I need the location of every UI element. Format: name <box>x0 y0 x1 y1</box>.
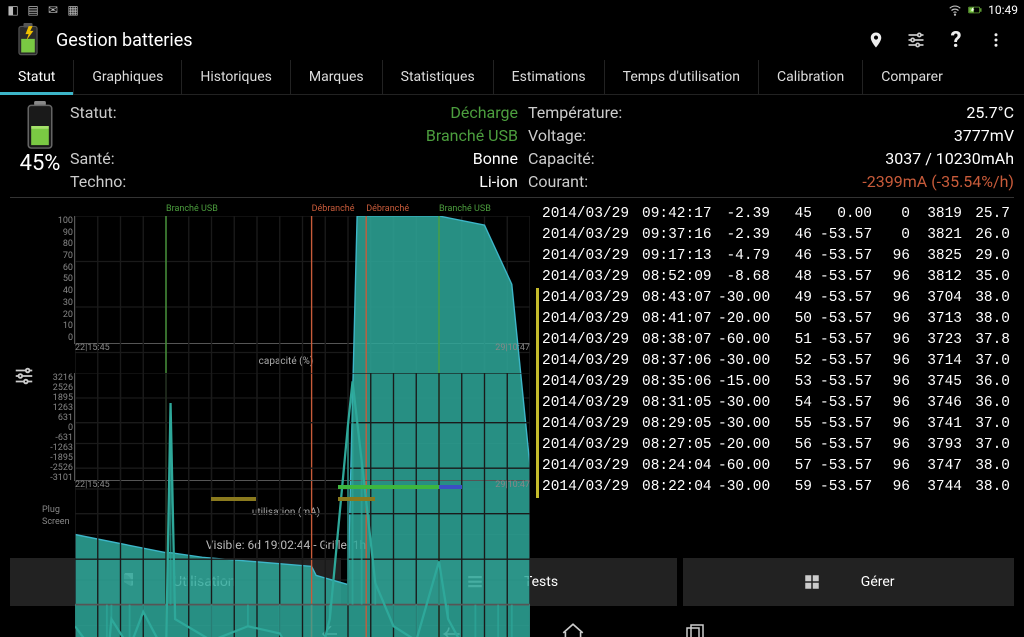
value-techno: Li-ion <box>136 170 518 193</box>
help-icon[interactable]: ? <box>936 20 976 60</box>
tab-bar: StatutGraphiquesHistoriquesMarquesStatis… <box>0 60 1024 95</box>
manage-label: Gérer <box>861 574 895 590</box>
log-row: 2014/03/2908:35:06-15.0053-53.5796374536… <box>536 372 1014 393</box>
battery-stats-panel: 45% Statut: Décharge Température: 25.7°C… <box>10 101 1014 198</box>
log-row: 2014/03/2908:22:04-30.0059-53.5796374438… <box>536 477 1014 498</box>
location-icon[interactable] <box>856 20 896 60</box>
battery-icon <box>25 101 55 151</box>
label-health: Santé: <box>70 147 126 170</box>
label-temperature: Température: <box>528 101 622 124</box>
android-status-bar: ◧ ▤ ✉ ▦ 10:49 <box>0 0 1024 20</box>
battery-charging-icon <box>968 3 982 17</box>
current-chart[interactable]: 32162526189512636310-631-1263-1895-2526-… <box>74 373 530 481</box>
tab-historiques[interactable]: Historiques <box>181 60 290 94</box>
action-bar: Gestion batteries ? <box>0 20 1024 60</box>
capacity-chart[interactable]: Branché USBDébranchéDébranchéBranché USB… <box>74 216 530 344</box>
log-row: 2014/03/2909:37:16-2.3946-53.570382126.0 <box>542 225 1014 246</box>
page-title: Gestion batteries <box>56 30 856 51</box>
value-temperature: 25.7°C <box>632 101 1014 124</box>
notification-icon: ▤ <box>26 3 40 17</box>
value-capacity: 3037 / 10230mAh <box>632 147 1014 170</box>
log-row: 2014/03/2908:38:07-60.0051-53.5796372337… <box>536 330 1014 351</box>
tab-temps-d-utilisation[interactable]: Temps d'utilisation <box>604 60 758 94</box>
tab-calibration[interactable]: Calibration <box>758 60 862 94</box>
value-health: Bonne <box>136 147 518 170</box>
tune-icon[interactable] <box>896 20 936 60</box>
app-icon <box>8 20 48 60</box>
log-row: 2014/03/2908:31:05-30.0054-53.5796374636… <box>536 393 1014 414</box>
nav-home-icon[interactable] <box>557 618 589 637</box>
overflow-menu-icon[interactable] <box>976 20 1016 60</box>
label-voltage: Voltage: <box>528 124 622 147</box>
notification-icon: ◧ <box>6 3 20 17</box>
value-current: -2399mA (-35.54%/h) <box>632 170 1014 193</box>
nav-recents-icon[interactable] <box>679 618 711 637</box>
log-row: 2014/03/2908:29:05-30.0055-53.5796374137… <box>536 414 1014 435</box>
label-status: Statut: <box>70 101 126 124</box>
log-row: 2014/03/2908:52:09-8.6848-53.5796381235.… <box>542 267 1014 288</box>
value-status: Décharge <box>136 101 518 124</box>
label-plugged <box>70 124 126 147</box>
log-row: 2014/03/2908:37:06-30.0052-53.5796371437… <box>536 351 1014 372</box>
notification-icon: ✉ <box>46 3 60 17</box>
notification-icon: ▦ <box>66 3 80 17</box>
tab-estimations[interactable]: Estimations <box>493 60 604 94</box>
log-row: 2014/03/2909:17:13-4.7946-53.5796382529.… <box>542 246 1014 267</box>
tab-marques[interactable]: Marques <box>290 60 382 94</box>
battery-percent: 45% <box>20 151 61 176</box>
log-row: 2014/03/2908:24:04-60.0057-53.5796374738… <box>536 456 1014 477</box>
grid-icon <box>803 573 821 591</box>
status-time: 10:49 <box>988 3 1018 17</box>
tab-statut[interactable]: Statut <box>0 60 73 94</box>
log-row: 2014/03/2908:43:07-30.0049-53.5796370438… <box>536 288 1014 309</box>
tab-graphiques[interactable]: Graphiques <box>73 60 181 94</box>
value-plugged: Branché USB <box>136 124 518 147</box>
value-voltage: 3777mV <box>632 124 1014 147</box>
wifi-icon <box>948 3 962 17</box>
label-current: Courant: <box>528 170 622 193</box>
label-capacity: Capacité: <box>528 147 622 170</box>
log-table[interactable]: 2014/03/2909:42:17-2.39450.000381925.720… <box>536 204 1014 552</box>
log-row: 2014/03/2909:42:17-2.39450.000381925.7 <box>542 204 1014 225</box>
label-techno: Techno: <box>70 170 126 193</box>
chart-tune-icon[interactable] <box>13 365 35 391</box>
log-row: 2014/03/2908:27:05-20.0056-53.5796379337… <box>536 435 1014 456</box>
tab-statistiques[interactable]: Statistiques <box>382 60 493 94</box>
manage-button[interactable]: Gérer <box>683 558 1014 606</box>
tab-comparer[interactable]: Comparer <box>862 60 961 94</box>
log-row: 2014/03/2908:41:07-20.0050-53.5796371338… <box>536 309 1014 330</box>
